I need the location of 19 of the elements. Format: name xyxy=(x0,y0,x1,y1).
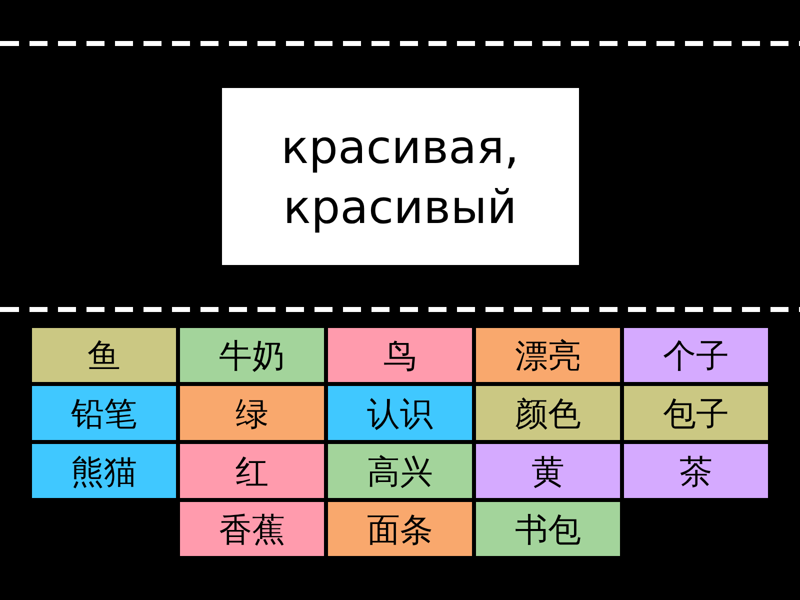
answer-tile[interactable]: 书包 xyxy=(476,502,620,556)
answer-tile[interactable]: 包子 xyxy=(624,386,768,440)
answer-tile[interactable]: 个子 xyxy=(624,328,768,382)
answer-tile[interactable]: 熊猫 xyxy=(32,444,176,498)
answer-tile[interactable]: 面条 xyxy=(328,502,472,556)
prompt-text: красивая, красивый xyxy=(280,118,520,236)
answer-tile[interactable]: 认识 xyxy=(328,386,472,440)
answer-tile[interactable]: 鱼 xyxy=(32,328,176,382)
answer-tile[interactable]: 铅笔 xyxy=(32,386,176,440)
answer-tile[interactable]: 鸟 xyxy=(328,328,472,382)
answer-tile[interactable]: 红 xyxy=(180,444,324,498)
answer-tile[interactable]: 黄 xyxy=(476,444,620,498)
answer-tile[interactable]: 颜色 xyxy=(476,386,620,440)
answer-tile[interactable]: 漂亮 xyxy=(476,328,620,382)
answer-tile[interactable]: 绿 xyxy=(180,386,324,440)
answer-tile[interactable]: 牛奶 xyxy=(180,328,324,382)
answer-tile[interactable]: 高兴 xyxy=(328,444,472,498)
answer-tile[interactable]: 香蕉 xyxy=(180,502,324,556)
answer-tile[interactable]: 茶 xyxy=(624,444,768,498)
